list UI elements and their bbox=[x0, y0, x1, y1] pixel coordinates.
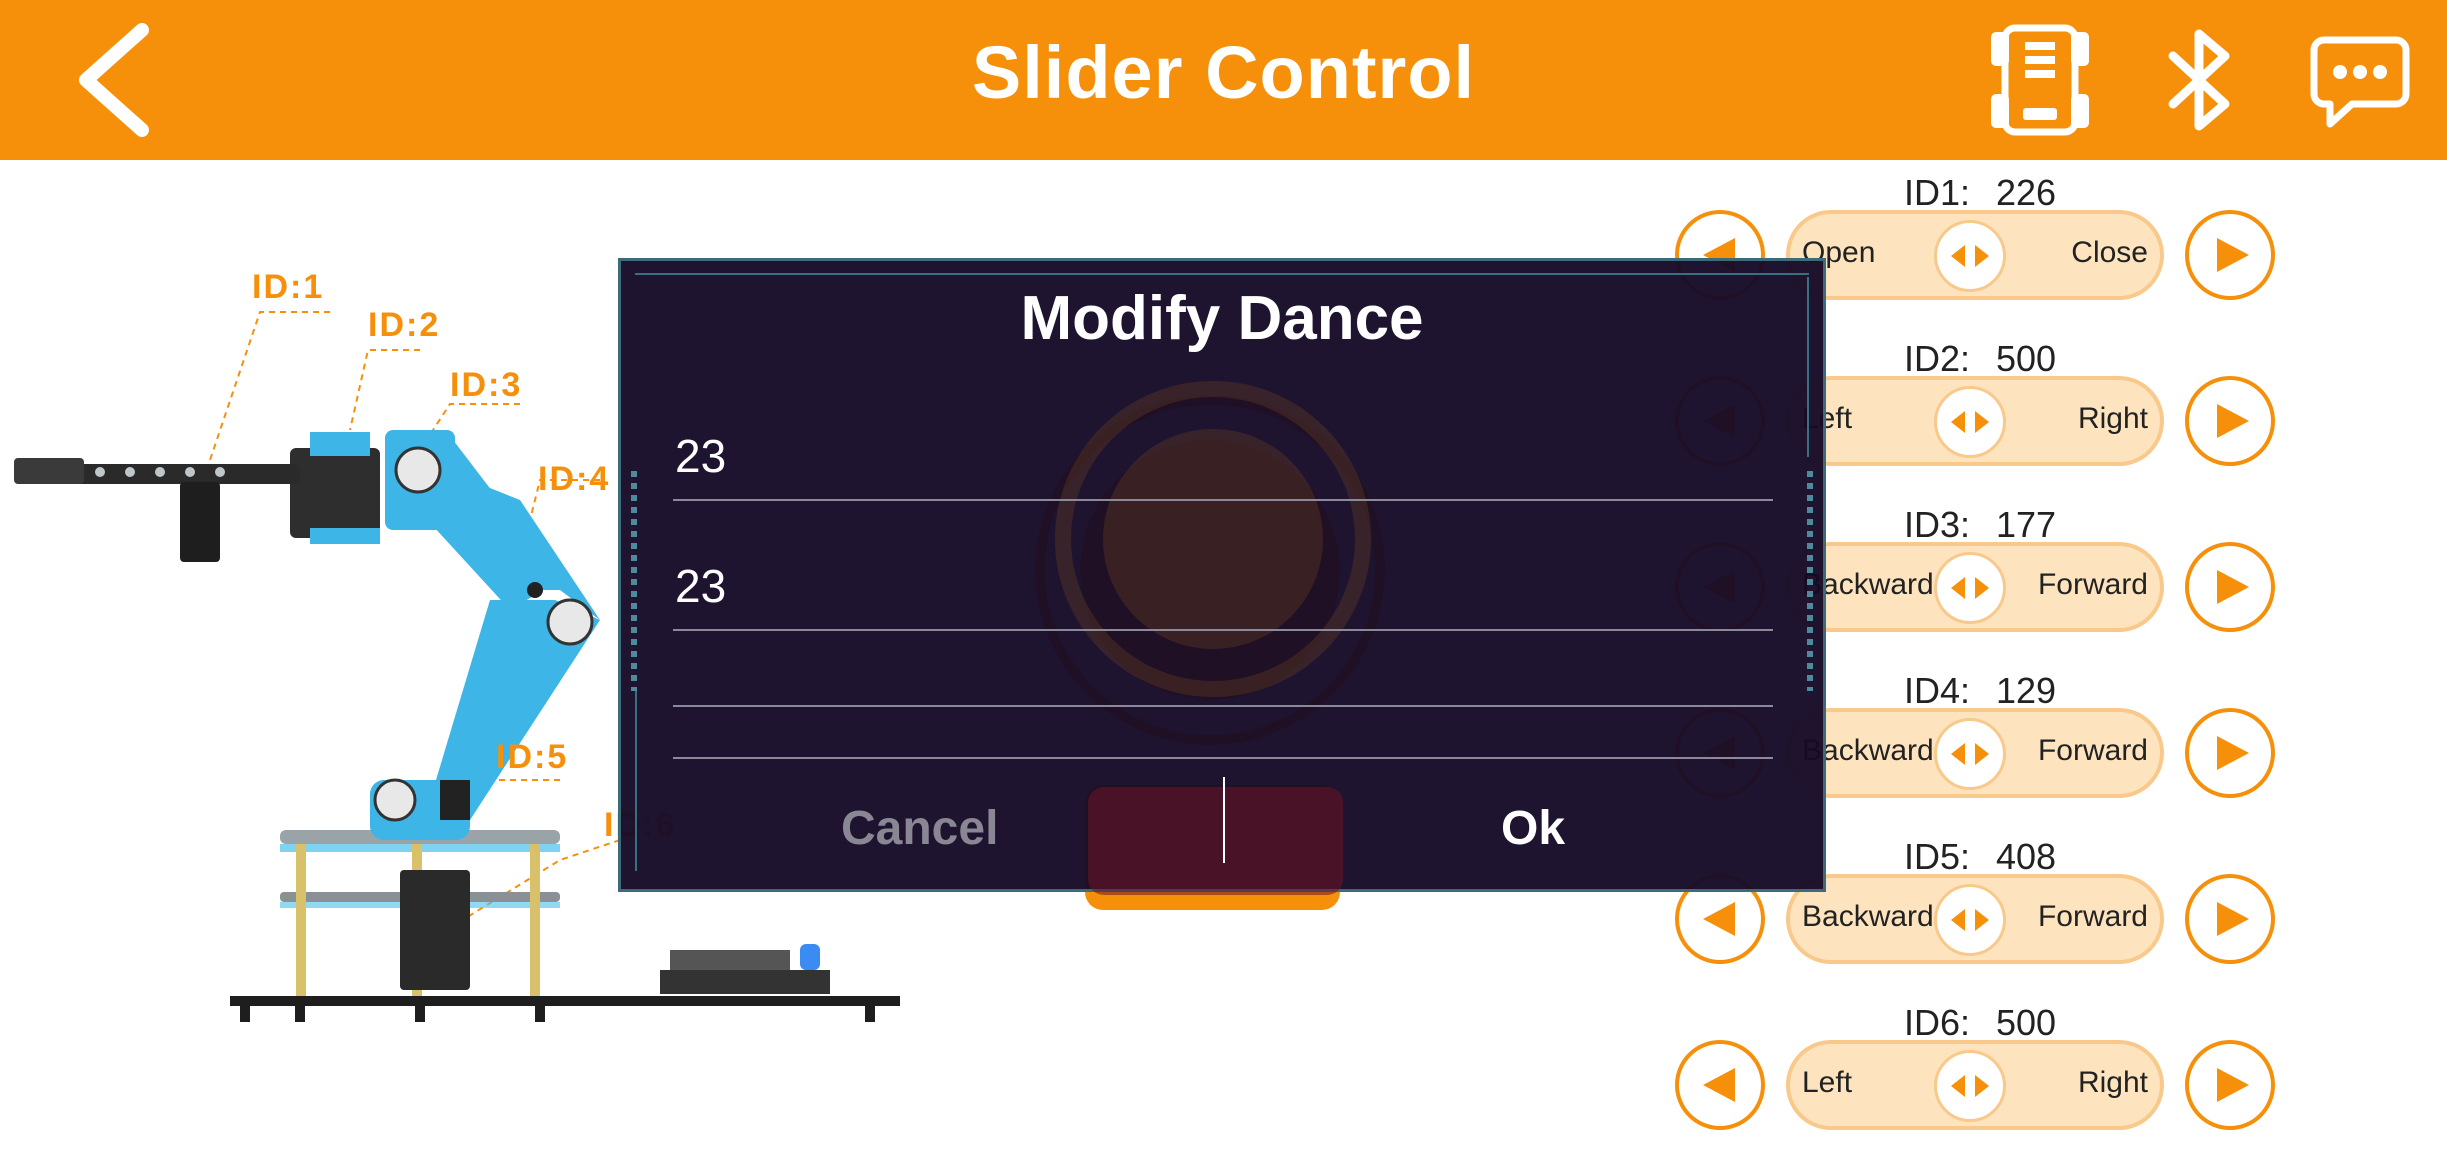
dialog-title: Modify Dance bbox=[1020, 284, 1424, 353]
slider-knob[interactable] bbox=[1934, 718, 2006, 790]
servo-value: 177 bbox=[1995, 504, 2057, 545]
slider-knob[interactable] bbox=[1934, 386, 2006, 458]
dialog-frame-dots bbox=[631, 471, 637, 691]
left-right-arrows-icon bbox=[1951, 411, 1989, 433]
left-right-arrows-icon bbox=[1951, 577, 1989, 599]
slider-right-label: Forward bbox=[2037, 734, 2148, 767]
servo-slider[interactable]: Backward Forward bbox=[1786, 542, 2164, 632]
dialog-frame-line bbox=[635, 273, 1809, 275]
decrease-button[interactable] bbox=[1675, 1040, 1765, 1130]
button-divider bbox=[1223, 777, 1225, 863]
left-triangle-icon bbox=[1703, 1068, 1735, 1102]
slider-knob[interactable] bbox=[1934, 552, 2006, 624]
servo-id-readout: ID6: 500 bbox=[1670, 1002, 2290, 1044]
servo-id-label: ID1: bbox=[1903, 172, 1970, 213]
dance-input-2[interactable]: 23 bbox=[673, 541, 1773, 631]
arm-label-id3: ID:3 bbox=[450, 366, 523, 404]
right-triangle-icon bbox=[2217, 570, 2249, 604]
servo-slider[interactable]: Open Close bbox=[1786, 210, 2164, 300]
slider-knob[interactable] bbox=[1934, 1050, 2006, 1122]
dialog-frame-line bbox=[635, 691, 637, 871]
robot-car-icon[interactable] bbox=[1985, 22, 2095, 138]
dance-input-3[interactable] bbox=[673, 669, 1773, 759]
servo-slider[interactable]: Backward Forward bbox=[1786, 708, 2164, 798]
increase-button[interactable] bbox=[2185, 542, 2275, 632]
servo-id-label: ID6: bbox=[1903, 1002, 1970, 1043]
left-right-arrows-icon bbox=[1951, 743, 1989, 765]
servo-control-id6: ID6: 500 Left Right bbox=[1670, 990, 2290, 1156]
left-right-arrows-icon bbox=[1951, 909, 1989, 931]
reset-button-ghost bbox=[1088, 787, 1343, 895]
left-right-arrows-icon bbox=[1951, 245, 1989, 267]
servo-slider[interactable]: Left Right bbox=[1786, 1040, 2164, 1130]
ok-button[interactable]: Ok bbox=[1501, 801, 1565, 856]
slider-right-label: Forward bbox=[2037, 568, 2148, 601]
arm-label-id5: ID:5 bbox=[496, 738, 569, 776]
chat-bubble-icon[interactable] bbox=[2310, 22, 2410, 138]
servo-id-readout: ID1: 226 bbox=[1670, 172, 2290, 214]
arm-label-id4: ID:4 bbox=[538, 460, 611, 498]
right-triangle-icon bbox=[2217, 736, 2249, 770]
slider-knob[interactable] bbox=[1934, 884, 2006, 956]
servo-value: 408 bbox=[1995, 836, 2057, 877]
increase-button[interactable] bbox=[2185, 874, 2275, 964]
servo-slider[interactable]: Left Right bbox=[1786, 376, 2164, 466]
servo-value: 500 bbox=[1995, 338, 2057, 379]
slider-left-label: Backward bbox=[1802, 900, 1934, 933]
left-right-arrows-icon bbox=[1951, 1075, 1989, 1097]
servo-id-label: ID2: bbox=[1903, 338, 1970, 379]
cancel-button[interactable]: Cancel bbox=[841, 801, 998, 856]
arm-label-id1: ID:1 bbox=[252, 268, 325, 306]
increase-button[interactable] bbox=[2185, 210, 2275, 300]
servo-value: 226 bbox=[1995, 172, 2057, 213]
slider-knob[interactable] bbox=[1934, 220, 2006, 292]
increase-button[interactable] bbox=[2185, 376, 2275, 466]
right-triangle-icon bbox=[2217, 404, 2249, 438]
slider-right-label: Right bbox=[2077, 402, 2148, 435]
increase-button[interactable] bbox=[2185, 708, 2275, 798]
app-header: Slider Control bbox=[0, 0, 2447, 160]
servo-id-label: ID4: bbox=[1903, 670, 1970, 711]
slider-right-label: Close bbox=[2071, 236, 2148, 269]
dialog-frame-dots bbox=[1807, 471, 1813, 691]
slider-right-label: Forward bbox=[2037, 900, 2148, 933]
arm-label-id2: ID:2 bbox=[368, 306, 441, 344]
right-triangle-icon bbox=[2217, 238, 2249, 272]
servo-value: 500 bbox=[1995, 1002, 2057, 1043]
increase-button[interactable] bbox=[2185, 1040, 2275, 1130]
modify-dance-dialog: Modify Dance 23 23 Cancel Ok bbox=[618, 258, 1826, 895]
right-triangle-icon bbox=[2217, 902, 2249, 936]
bluetooth-icon[interactable] bbox=[2155, 22, 2245, 138]
dance-input-1[interactable]: 23 bbox=[673, 411, 1773, 501]
servo-id-label: ID3: bbox=[1903, 504, 1970, 545]
slider-right-label: Right bbox=[2077, 1066, 2148, 1099]
servo-id-label: ID5: bbox=[1903, 836, 1970, 877]
slider-left-label: Left bbox=[1802, 1066, 1853, 1099]
servo-value: 129 bbox=[1995, 670, 2057, 711]
servo-slider[interactable]: Backward Forward bbox=[1786, 874, 2164, 964]
right-triangle-icon bbox=[2217, 1068, 2249, 1102]
